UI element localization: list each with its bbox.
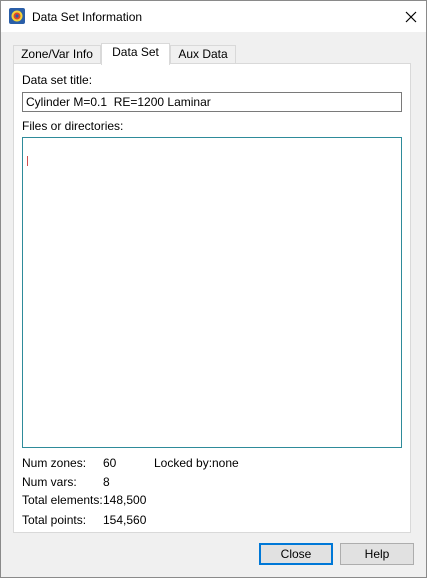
tab-aux-data[interactable]: Aux Data [170,45,236,63]
files-textarea[interactable] [22,137,402,448]
locked-by-value: none [212,456,239,470]
tab-zone-var-info[interactable]: Zone/Var Info [13,45,101,63]
locked-by-label: Locked by: [154,456,213,470]
help-button[interactable]: Help [340,543,414,565]
data-set-title-input[interactable] [22,92,402,112]
num-vars-label: Num vars: [22,475,77,489]
tecplot-app-icon [9,8,25,24]
total-points-value: 154,560 [103,513,147,527]
close-button[interactable]: Close [259,543,333,565]
files-label: Files or directories: [22,119,124,133]
text-caret [27,156,28,166]
close-icon[interactable] [396,1,426,32]
num-zones-label: Num zones: [22,456,87,470]
window-title: Data Set Information [32,10,143,24]
total-elements-label: Total elements: [22,493,103,507]
num-vars-value: 8 [103,475,110,489]
total-elements-value: 148,500 [103,493,147,507]
total-points-label: Total points: [22,513,87,527]
data-set-title-label: Data set title: [22,73,93,87]
num-zones-value: 60 [103,456,117,470]
tab-data-set[interactable]: Data Set [101,43,170,65]
title-bar[interactable]: Data Set Information [1,1,426,32]
